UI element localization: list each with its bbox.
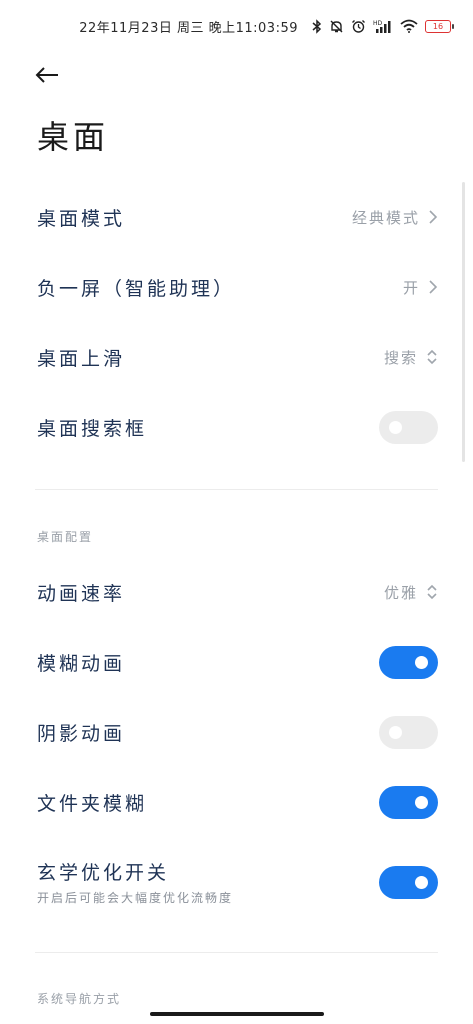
battery-level: 16 xyxy=(432,21,444,31)
signal-hd-icon: HD xyxy=(373,20,391,33)
row-label: 桌面上滑 xyxy=(37,347,126,370)
row-value: 搜索 xyxy=(384,347,438,368)
toggle-knob xyxy=(415,655,428,669)
row-label: 动画速率 xyxy=(37,582,126,605)
toggle-desktop-search-box[interactable] xyxy=(379,410,438,444)
value-text: 经典模式 xyxy=(351,208,420,227)
scrollbar[interactable] xyxy=(462,182,465,462)
row-minus-one-screen[interactable]: 负一屏（智能助理） 开 xyxy=(37,267,438,307)
toggle-knob xyxy=(389,420,402,434)
row-blur-animation: 模糊动画 xyxy=(37,642,438,682)
row-animation-speed[interactable]: 动画速率 优雅 xyxy=(37,572,438,612)
row-desktop-mode[interactable]: 桌面模式 经典模式 xyxy=(37,197,438,237)
status-time: 22年11月23日 周三 晚上11:03:59 xyxy=(79,20,298,36)
divider xyxy=(35,489,438,490)
svg-text:HD: HD xyxy=(373,20,383,27)
row-metaphysical-optimization: 玄学优化开关 开启后可能会大幅度优化流畅度 xyxy=(37,855,438,909)
row-value: 经典模式 xyxy=(352,207,438,228)
wifi-icon xyxy=(400,19,418,33)
row-desktop-swipe-up[interactable]: 桌面上滑 搜索 xyxy=(37,337,438,377)
home-indicator[interactable] xyxy=(150,1012,324,1016)
value-text: 搜索 xyxy=(383,348,418,367)
row-label: 桌面搜索框 xyxy=(37,417,148,440)
chevron-right-icon xyxy=(429,210,438,224)
back-button[interactable] xyxy=(32,60,62,90)
row-value: 开 xyxy=(403,277,438,298)
row-label: 阴影动画 xyxy=(37,722,126,745)
toggle-knob xyxy=(389,725,402,739)
toggle-folder-blur[interactable] xyxy=(379,785,438,819)
row-subtext: 开启后可能会大幅度优化流畅度 xyxy=(37,891,234,905)
value-text: 开 xyxy=(402,278,420,297)
toggle-shadow-animation[interactable] xyxy=(379,715,438,749)
chevron-up-down-icon xyxy=(427,584,437,600)
row-value: 优雅 xyxy=(384,582,438,603)
divider xyxy=(35,952,438,953)
toggle-knob xyxy=(415,795,428,809)
toggle-blur-animation[interactable] xyxy=(379,645,438,679)
alarm-icon xyxy=(352,19,365,33)
row-label: 模糊动画 xyxy=(37,652,126,675)
row-shadow-animation: 阴影动画 xyxy=(37,712,438,752)
row-label: 负一屏（智能助理） xyxy=(37,277,236,300)
section-title-system-navigation: 系统导航方式 xyxy=(37,992,122,1006)
bluetooth-icon xyxy=(312,18,322,34)
status-bar: 22年11月23日 周三 晚上11:03:59 HD 16 xyxy=(0,0,473,52)
section-title-desktop-config: 桌面配置 xyxy=(37,530,94,544)
battery-icon: 16 xyxy=(425,19,454,33)
status-icons: HD 16 xyxy=(312,18,454,34)
chevron-right-icon xyxy=(429,280,438,294)
toggle-knob xyxy=(415,875,428,889)
bell-off-icon xyxy=(330,20,343,32)
toggle-metaphysical-optimization[interactable] xyxy=(379,865,438,899)
value-text: 优雅 xyxy=(383,583,418,602)
row-text: 玄学优化开关 开启后可能会大幅度优化流畅度 xyxy=(37,858,233,906)
row-label: 玄学优化开关 xyxy=(37,862,170,884)
row-desktop-search-box: 桌面搜索框 xyxy=(37,407,438,447)
row-folder-blur: 文件夹模糊 xyxy=(37,782,438,822)
row-label: 桌面模式 xyxy=(37,207,126,230)
arrow-left-icon xyxy=(35,67,58,83)
row-label: 文件夹模糊 xyxy=(37,792,148,815)
page-title: 桌面 xyxy=(37,118,110,156)
chevron-up-down-icon xyxy=(427,349,437,365)
